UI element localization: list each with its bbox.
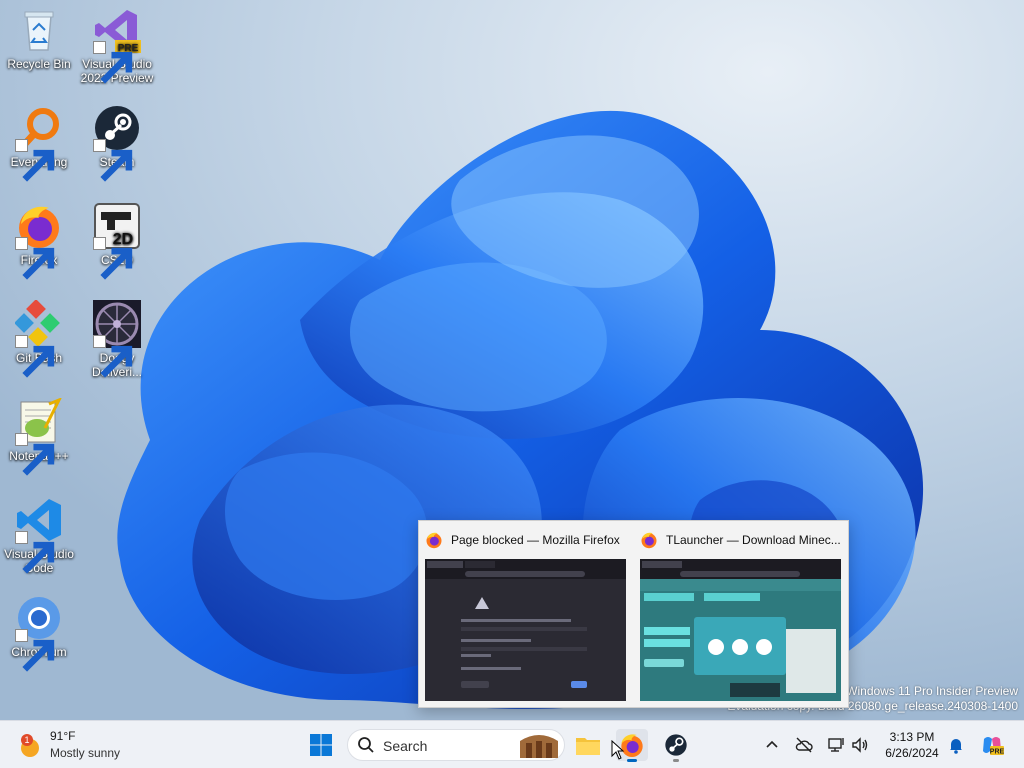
cloud-offline-icon	[795, 737, 813, 753]
shortcut-arrow-icon	[93, 237, 133, 280]
search-highlight-icon	[520, 735, 558, 758]
onedrive-tray-button[interactable]	[794, 735, 814, 755]
taskbar: 1 91°F Mostly sunny Search 3:13 PM 6/26/…	[0, 720, 1024, 768]
preview-thumbnail	[640, 559, 841, 701]
dodgy-deliveries-icon	[93, 300, 141, 378]
shortcut-arrow-icon	[93, 41, 133, 84]
steam-icon	[665, 734, 687, 756]
copilot-icon: PRE	[983, 737, 1004, 756]
weather-widget[interactable]: 1 91°F Mostly sunny	[18, 729, 148, 763]
desktop-icon-notepad-plus-plus[interactable]: Notepad++	[0, 398, 78, 476]
preview-window-tlauncher[interactable]: TLauncher — Download Minec...	[634, 521, 849, 709]
notifications-button[interactable]	[946, 735, 966, 755]
shortcut-arrow-icon	[15, 237, 55, 280]
preview-window-title: TLauncher — Download Minec...	[666, 533, 841, 547]
git-bash-icon	[15, 300, 63, 378]
shortcut-arrow-icon	[15, 139, 55, 182]
vscode-icon	[15, 496, 63, 574]
desktop-icon-label: Recycle Bin	[7, 57, 71, 71]
firefox-icon	[425, 531, 443, 549]
active-app-indicator	[627, 759, 637, 762]
mouse-cursor-icon	[611, 740, 625, 760]
weather-condition: Mostly sunny	[50, 746, 121, 760]
show-hidden-icons-button[interactable]	[762, 735, 782, 755]
folder-icon	[576, 738, 600, 755]
shortcut-arrow-icon	[15, 335, 55, 378]
volume-tray-button[interactable]	[850, 735, 870, 755]
weather-alert-badge: 1	[24, 735, 29, 745]
weather-temperature: 91°F	[50, 729, 76, 743]
desktop-icon-steam[interactable]: Steam	[78, 104, 156, 182]
file-explorer-button[interactable]	[572, 729, 604, 761]
steam-taskbar-button[interactable]	[660, 729, 692, 762]
clock-time: 3:13 PM	[889, 730, 935, 744]
network-tray-button[interactable]	[826, 735, 846, 755]
recycle-bin-icon	[15, 6, 63, 54]
preview-window-page-blocked[interactable]: Page blocked — Mozilla Firefox	[419, 521, 634, 709]
start-button[interactable]	[305, 729, 337, 761]
desktop-icon-firefox[interactable]: Firefox	[0, 202, 78, 280]
svg-text:PRE: PRE	[990, 749, 1004, 756]
desktop-icon-everything[interactable]: Everything	[0, 104, 78, 182]
steam-icon	[93, 104, 141, 182]
desktop-icon-dodgy-deliveries[interactable]: Dodgy Deliveri...	[78, 300, 156, 379]
bell-icon	[950, 739, 962, 754]
firefox-icon	[640, 531, 658, 549]
desktop-icon-chromium[interactable]: Chromium	[0, 594, 78, 672]
copilot-button[interactable]: PRE	[980, 733, 1004, 757]
firefox-icon	[15, 202, 63, 280]
desktop-icon-vscode[interactable]: Visual Studio Code	[0, 496, 78, 575]
shortcut-arrow-icon	[15, 629, 55, 672]
notepad-plus-plus-icon	[15, 398, 63, 476]
preview-window-title: Page blocked — Mozilla Firefox	[451, 533, 620, 547]
clock-date: 6/26/2024	[885, 746, 939, 760]
search-placeholder: Search	[383, 738, 428, 754]
sun-icon: 1	[21, 734, 39, 757]
search-icon	[358, 737, 374, 753]
desktop-icon-cs2d[interactable]: 2D CS2D	[78, 202, 156, 280]
desktop-icon-git-bash[interactable]: Git Bash	[0, 300, 78, 378]
desktop-icon-recycle-bin[interactable]: Recycle Bin	[0, 6, 78, 71]
taskbar-search-box[interactable]: Search	[347, 729, 565, 761]
network-icon	[828, 738, 844, 752]
preview-thumbnail	[425, 559, 626, 701]
shortcut-arrow-icon	[93, 335, 133, 378]
shortcut-arrow-icon	[15, 531, 55, 574]
shortcut-arrow-icon	[15, 433, 55, 476]
cs2d-icon: 2D	[93, 202, 141, 280]
chevron-up-icon	[766, 740, 778, 748]
running-app-indicator	[673, 759, 679, 762]
chromium-icon	[15, 594, 63, 672]
taskbar-clock[interactable]: 3:13 PM 6/26/2024	[880, 729, 944, 761]
shortcut-arrow-icon	[93, 139, 133, 182]
speaker-icon	[852, 737, 868, 753]
visual-studio-icon: PRE	[93, 6, 141, 84]
windows-logo-icon	[310, 734, 332, 756]
desktop-icon-visual-studio[interactable]: PRE Visual Studio 2022 Preview	[78, 6, 156, 85]
taskbar-window-preview: Page blocked — Mozilla Firefox TLauncher…	[418, 520, 849, 708]
everything-icon	[15, 104, 63, 182]
